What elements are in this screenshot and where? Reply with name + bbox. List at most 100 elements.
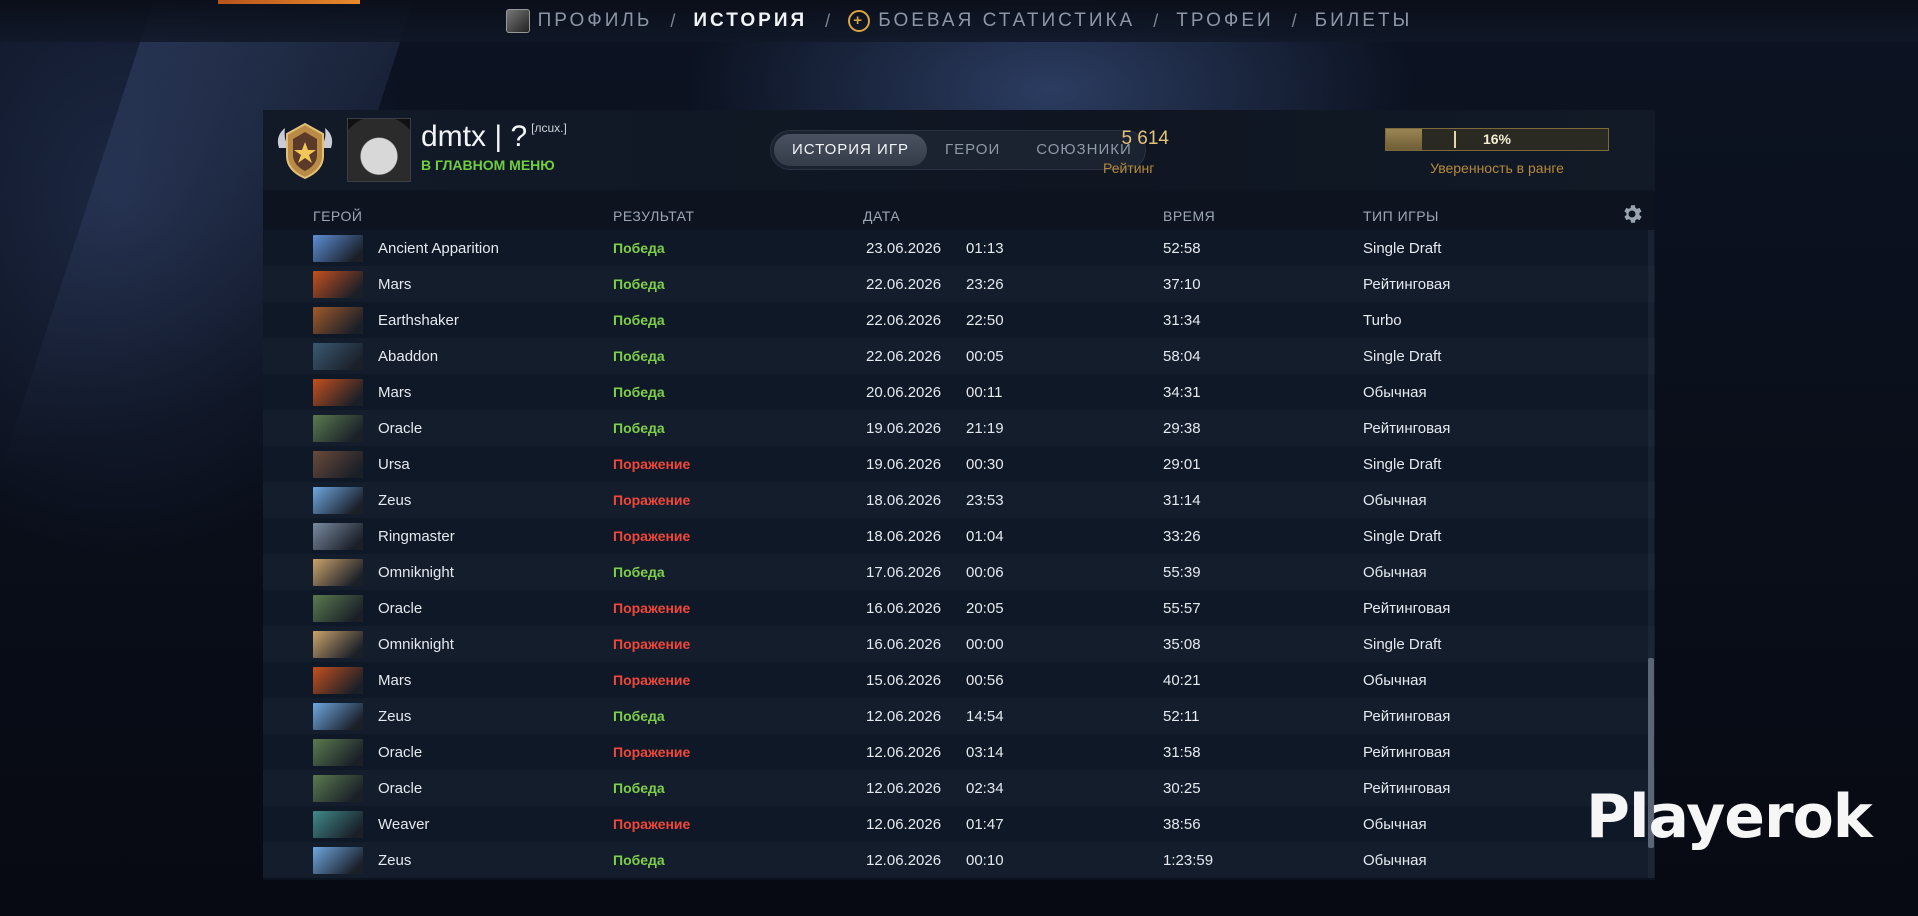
column-header-game-type[interactable]: ТИП ИГРЫ: [1363, 208, 1439, 224]
match-result: Победа: [613, 564, 665, 580]
game-type: Turbo: [1363, 312, 1402, 329]
table-row[interactable]: Zeus Поражение 18.06.2026 23:53 31:14 Обычная: [263, 482, 1655, 518]
profile-icon: [505, 9, 530, 33]
game-type: Рейтинговая: [1363, 780, 1451, 797]
hero-portrait: [313, 595, 363, 622]
gear-icon[interactable]: [1620, 202, 1644, 226]
match-date: 12.06.2026: [866, 816, 942, 833]
match-result: Поражение: [613, 744, 691, 760]
hero-portrait: [313, 775, 363, 802]
match-date: 18.06.2026: [866, 492, 942, 509]
match-time: 01:47: [966, 816, 1004, 833]
match-duration: 31:58: [1163, 744, 1201, 761]
match-time: 00:10: [966, 852, 1004, 869]
match-date: 22.06.2026: [866, 348, 942, 365]
table-row[interactable]: Oracle Победа 19.06.2026 21:19 29:38 Рейтинго…: [263, 410, 1655, 446]
table-row[interactable]: Omniknight Поражение 16.06.2026 00:00 35:08 S…: [263, 626, 1655, 662]
game-type: Обычная: [1363, 852, 1427, 869]
game-type: Обычная: [1363, 384, 1427, 401]
match-result: Победа: [613, 240, 665, 256]
table-row[interactable]: Mars Поражение 15.06.2026 00:56 40:21 Обычная: [263, 662, 1655, 698]
match-result: Поражение: [613, 636, 691, 652]
hero-portrait: [313, 235, 363, 262]
nav-history[interactable]: ИСТОРИЯ: [693, 10, 807, 32]
table-row[interactable]: Oracle Поражение 12.06.2026 03:14 31:58 Рейти…: [263, 734, 1655, 770]
hero-portrait: [313, 523, 363, 550]
hero-name: Oracle: [378, 744, 423, 761]
tab-match-history[interactable]: ИСТОРИЯ ИГР: [774, 134, 927, 166]
match-date: 19.06.2026: [866, 456, 942, 473]
table-row[interactable]: Mars Победа 22.06.2026 23:26 37:10 Рейтингова…: [263, 266, 1655, 302]
hero-name: Ringmaster: [378, 528, 455, 545]
player-name: dmtx | ? [лсux.]: [421, 120, 567, 154]
match-duration: 33:26: [1163, 528, 1201, 545]
table-row[interactable]: Weaver Поражение 12.06.2026 01:47 38:56 Обычн…: [263, 806, 1655, 842]
match-time: 00:05: [966, 348, 1004, 365]
table-row[interactable]: Ursa Поражение 19.06.2026 00:30 29:01 Single …: [263, 446, 1655, 482]
watermark-logo: Playerok: [1586, 782, 1873, 852]
table-row[interactable]: Abaddon Победа 22.06.2026 00:05 58:04 Single …: [263, 338, 1655, 374]
match-time: 00:56: [966, 672, 1004, 689]
tab-heroes[interactable]: ГЕРОИ: [927, 134, 1018, 166]
match-date: 18.06.2026: [866, 528, 942, 545]
hero-name: Mars: [378, 384, 412, 401]
hero-name: Zeus: [378, 492, 412, 509]
hero-name: Oracle: [378, 780, 423, 797]
table-row[interactable]: Earthshaker Победа 22.06.2026 22:50 31:34 Tur…: [263, 302, 1655, 338]
nav-tickets-label: БИЛЕТЫ: [1314, 10, 1413, 31]
rank-medal-icon: [277, 122, 333, 180]
column-header-date[interactable]: ДАТА: [863, 208, 900, 224]
hero-portrait: [313, 703, 363, 730]
player-header: dmtx | ? [лсux.] В ГЛАВНОМ МЕНЮ ИСТОРИЯ И…: [263, 110, 1655, 190]
match-date: 17.06.2026: [866, 564, 942, 581]
hero-portrait: [313, 271, 363, 298]
table-row[interactable]: Omniknight Победа 17.06.2026 00:06 55:39 Обыч…: [263, 554, 1655, 590]
match-date: 23.06.2026: [866, 240, 942, 257]
table-row[interactable]: Oracle Поражение 16.06.2026 20:05 55:57 Рейти…: [263, 590, 1655, 626]
table-row[interactable]: Ringmaster Поражение 18.06.2026 01:04 33:26 S…: [263, 518, 1655, 554]
table-row[interactable]: Zeus Победа 12.06.2026 00:10 1:23:59 Обычная: [263, 842, 1655, 878]
hero-portrait: [313, 415, 363, 442]
match-time: 23:26: [966, 276, 1004, 293]
nav-profile[interactable]: ПРОФИЛЬ: [505, 9, 653, 33]
nav-battle-stats-label: БОЕВАЯ СТАТИСТИКА: [878, 10, 1136, 31]
hero-portrait: [313, 631, 363, 658]
match-time: 23:53: [966, 492, 1004, 509]
match-history-table: Ancient Apparition Победа 23.06.2026 01:13 5…: [263, 230, 1655, 878]
match-time: 00:06: [966, 564, 1004, 581]
match-date: 22.06.2026: [866, 312, 942, 329]
match-result: Поражение: [613, 672, 691, 688]
hero-name: Zeus: [378, 708, 412, 725]
nav-separator: /: [825, 10, 831, 31]
game-type: Рейтинговая: [1363, 420, 1451, 437]
nav-trophies[interactable]: ТРОФЕИ: [1176, 10, 1273, 32]
match-duration: 29:38: [1163, 420, 1201, 437]
game-type: Single Draft: [1363, 240, 1442, 257]
avatar[interactable]: [347, 118, 411, 182]
table-row[interactable]: Oracle Победа 12.06.2026 02:34 30:25 Рейтинго…: [263, 770, 1655, 806]
column-header-duration[interactable]: ВРЕМЯ: [1163, 208, 1215, 224]
match-date: 12.06.2026: [866, 780, 942, 797]
match-result: Победа: [613, 708, 665, 724]
nav-tickets[interactable]: БИЛЕТЫ: [1315, 10, 1413, 32]
game-type: Обычная: [1363, 492, 1427, 509]
table-row[interactable]: Ancient Apparition Победа 23.06.2026 01:13 5…: [263, 230, 1655, 266]
game-type: Обычная: [1363, 816, 1427, 833]
rating-label: Рейтинг: [1103, 160, 1155, 176]
match-time: 20:05: [966, 600, 1004, 617]
nav-battle-stats[interactable]: + БОЕВАЯ СТАТИСТИКА: [848, 10, 1135, 32]
column-header-result[interactable]: РЕЗУЛЬТАТ: [613, 208, 694, 224]
match-result: Поражение: [613, 492, 691, 508]
player-status: В ГЛАВНОМ МЕНЮ: [421, 157, 555, 173]
hero-portrait: [313, 847, 363, 874]
match-time: 14:54: [966, 708, 1004, 725]
column-header-hero[interactable]: ГЕРОЙ: [313, 208, 362, 224]
table-row[interactable]: Zeus Победа 12.06.2026 14:54 52:11 Рейтингова…: [263, 698, 1655, 734]
match-date: 16.06.2026: [866, 636, 942, 653]
match-time: 22:50: [966, 312, 1004, 329]
table-row[interactable]: Mars Победа 20.06.2026 00:11 34:31 Обычная: [263, 374, 1655, 410]
match-date: 15.06.2026: [866, 672, 942, 689]
nav-accent-bar: [218, 0, 360, 4]
game-type: Single Draft: [1363, 636, 1442, 653]
match-time: 00:30: [966, 456, 1004, 473]
